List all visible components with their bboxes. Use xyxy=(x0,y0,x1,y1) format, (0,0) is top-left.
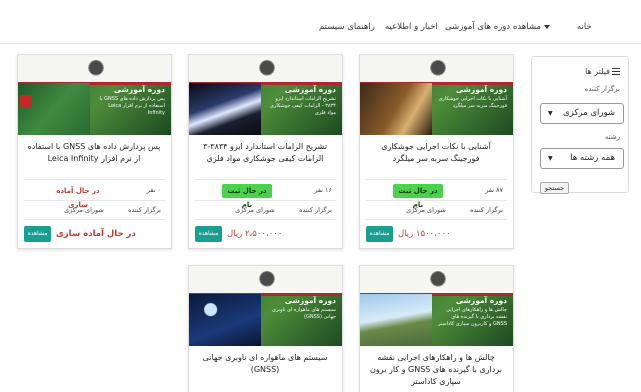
course-photo xyxy=(189,294,261,346)
organizer-select-value: شورای مرکزی xyxy=(563,108,615,118)
course-card[interactable]: دوره آموزشی پس پردازش داده های GNSS با ا… xyxy=(17,54,172,249)
organization-logo xyxy=(424,57,452,81)
chevron-down-icon: ▼ xyxy=(548,110,553,117)
course-capacity: ۱۶ نفر xyxy=(314,186,332,194)
field-filter-label: رشته xyxy=(604,133,620,141)
course-card[interactable]: دوره آموزشی آشنایی با نکات اجرایی جوشکار… xyxy=(359,54,514,249)
nav-home[interactable]: خانه xyxy=(577,22,592,32)
organizer-value: شورای مرکزی xyxy=(235,206,275,214)
software-logo-icon xyxy=(20,95,32,107)
organization-logo xyxy=(253,268,281,292)
status-badge: در حال ثبت نام xyxy=(222,184,272,209)
course-title: سیستم های ماهواره ای ناوبری جهانی (GNSS) xyxy=(202,353,328,374)
course-banner-image: دوره آموزشی سیستم های ماهواره ای ناوبری … xyxy=(189,266,342,346)
course-photo xyxy=(18,83,90,135)
organizer-value: شورای مرکزی xyxy=(406,206,446,214)
course-title: پس پردازش داده های GNSS با استفاده از نر… xyxy=(27,142,161,163)
status-badge: در حال ثبت نام xyxy=(393,184,443,209)
course-banner-image: دوره آموزشی پس پردازش داده های GNSS با ا… xyxy=(18,55,171,135)
view-course-button[interactable]: مشاهده xyxy=(366,226,393,242)
field-select-value: همه رشته ها xyxy=(570,153,615,163)
organizer-label: برگزار کننده xyxy=(299,206,332,214)
course-price: ۲،۵۰۰،۰۰۰ ریال xyxy=(227,229,283,239)
course-title: تشریح الزامات استاندارد ایزو ۳۸۳۴-۳ الزا… xyxy=(203,142,327,163)
search-button[interactable]: جستجو xyxy=(540,182,569,194)
organizer-select[interactable]: شورای مرکزی ▼ xyxy=(540,103,624,124)
organizer-label: برگزار کننده xyxy=(128,206,161,214)
caret-down-icon xyxy=(544,24,551,29)
course-card[interactable]: دوره آموزشی سیستم های ماهواره ای ناوبری … xyxy=(188,265,343,392)
course-photo xyxy=(360,294,432,346)
organizer-filter-label: برگزار کننده xyxy=(584,85,620,93)
menu-icon xyxy=(612,68,620,75)
course-price: در حال آماده سازی xyxy=(56,229,136,239)
filter-panel-title: فیلتر ها xyxy=(585,67,620,76)
course-capacity: ۰ نفر xyxy=(146,186,161,194)
nav-help[interactable]: راهنمای سیستم xyxy=(319,22,375,32)
nav-news[interactable]: اخبار و اطلاعیه xyxy=(385,22,438,32)
course-banner-image: دوره آموزشی تشریح الزامات استاندارد ایزو… xyxy=(189,55,342,135)
course-title: آشنایی با نکات اجرایی جوشکاری فورجینگ سر… xyxy=(381,142,491,163)
course-card[interactable]: دوره آموزشی چالش ها و راهکارهای اجرایی ن… xyxy=(359,265,514,392)
status-badge: در حال آماده سازی xyxy=(56,187,100,209)
course-banner-image: دوره آموزشی چالش ها و راهکارهای اجرایی ن… xyxy=(360,266,513,346)
course-photo xyxy=(360,83,432,135)
chevron-down-icon: ▼ xyxy=(548,155,553,162)
course-capacity: ۸۷ نفر xyxy=(485,186,503,194)
organization-logo xyxy=(253,57,281,81)
organizer-label: برگزار کننده xyxy=(470,206,503,214)
top-navbar: خانه مشاهده دوره های آموزشی اخبار و اطلا… xyxy=(0,0,641,44)
organization-logo xyxy=(424,268,452,292)
course-photo xyxy=(189,83,261,135)
nav-courses-label: مشاهده دوره های آموزشی xyxy=(445,22,542,32)
organization-logo xyxy=(82,57,110,81)
organizer-value: شورای مرکزی xyxy=(64,206,104,214)
filter-panel: فیلتر ها برگزار کننده شورای مرکزی ▼ رشته… xyxy=(531,56,629,194)
nav-divider xyxy=(0,43,641,44)
course-card[interactable]: دوره آموزشی تشریح الزامات استاندارد ایزو… xyxy=(188,54,343,249)
course-banner-image: دوره آموزشی آشنایی با نکات اجرایی جوشکار… xyxy=(360,55,513,135)
view-course-button[interactable]: مشاهده xyxy=(195,226,222,242)
nav-courses-dropdown[interactable]: مشاهده دوره های آموزشی xyxy=(445,22,551,32)
view-course-button[interactable]: مشاهده xyxy=(24,226,51,242)
course-title: چالش ها و راهکارهای اجرایی نقشه برداری ب… xyxy=(370,353,502,386)
field-select[interactable]: همه رشته ها ▼ xyxy=(540,148,624,169)
course-price: ۱۵۰۰،۰۰۰ ریال xyxy=(398,229,451,239)
